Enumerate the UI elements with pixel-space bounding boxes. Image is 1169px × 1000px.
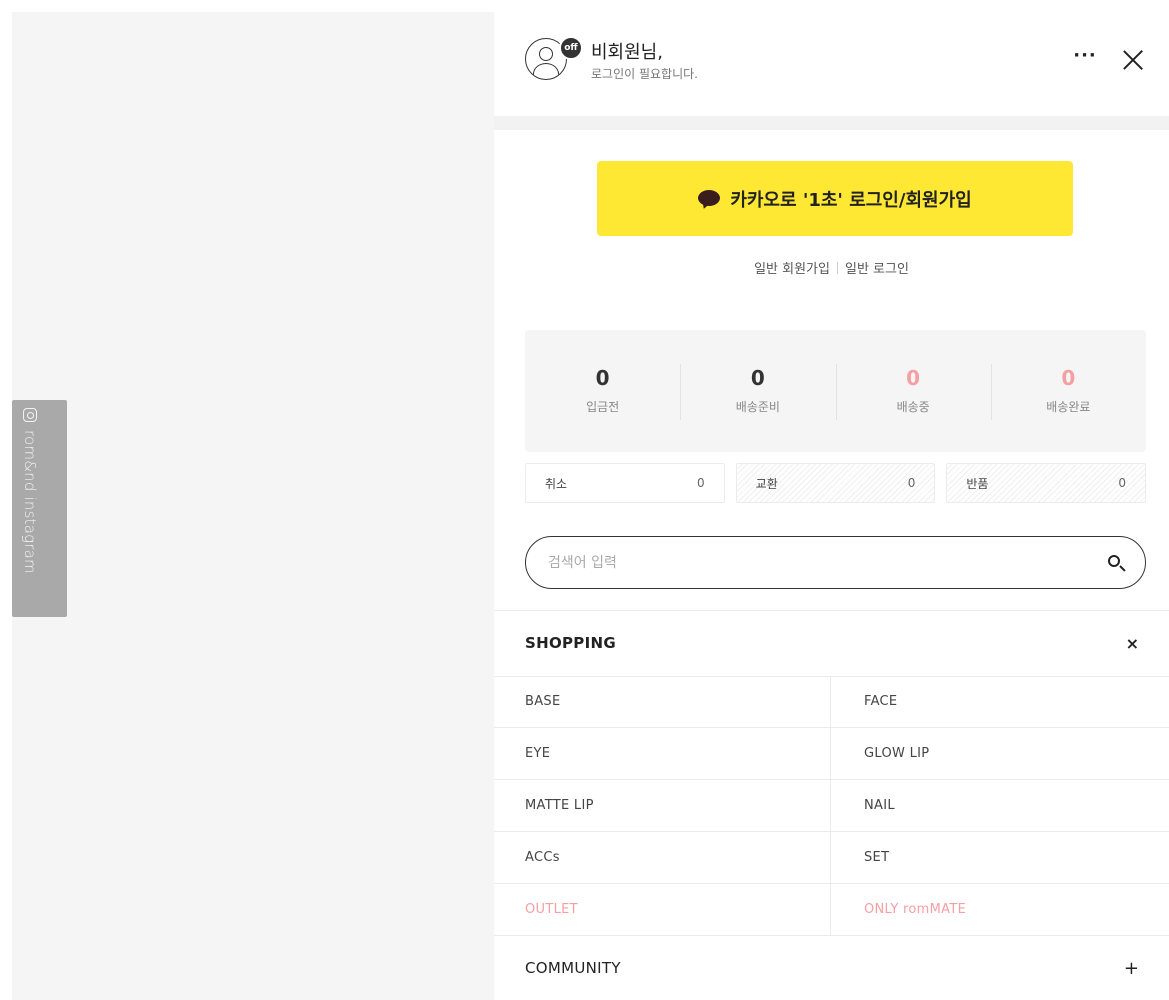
signup-link[interactable]: 일반 회원가입 [754, 262, 830, 277]
category-only-rommate[interactable]: ONLY romMATE [830, 884, 1169, 935]
claim-label: 교환 [755, 476, 778, 491]
claim-label: 취소 [545, 476, 568, 491]
category-base[interactable]: BASE [494, 676, 830, 727]
order-status-delivered[interactable]: 0 배송완료 [990, 330, 1146, 452]
claim-return[interactable]: 반품 0 [946, 463, 1147, 503]
user-greeting: 비회원님, [591, 42, 663, 63]
order-label: 배송중 [896, 400, 930, 414]
order-status-preparing[interactable]: 0 배송준비 [680, 330, 835, 452]
community-title: COMMUNITY [525, 959, 621, 977]
order-count: 0 [750, 366, 765, 390]
instagram-tab-label: rom&nd instagram [21, 430, 39, 574]
status-badge: off [559, 36, 583, 60]
close-icon[interactable] [1120, 47, 1146, 73]
order-count: 0 [1061, 366, 1076, 390]
shopping-section-header[interactable]: SHOPPING × [494, 610, 1169, 676]
category-matte-lip[interactable]: MATTE LIP [494, 780, 830, 831]
side-menu-panel: off 비회원님, 로그인이 필요합니다. ··· 카카오로 '1초' 로그인/… [494, 0, 1169, 1000]
category-eye[interactable]: EYE [494, 728, 830, 779]
community-section-header[interactable]: COMMUNITY + [494, 936, 1169, 1000]
order-count: 0 [906, 366, 921, 390]
order-label: 배송완료 [1046, 400, 1091, 414]
instagram-side-tab[interactable]: rom&nd instagram [12, 400, 67, 617]
category-nail[interactable]: NAIL [830, 780, 1169, 831]
order-label: 배송준비 [735, 400, 780, 414]
order-status-pending-payment[interactable]: 0 입금전 [525, 330, 680, 452]
search-bar [525, 536, 1146, 589]
category-outlet[interactable]: OUTLET [494, 884, 830, 935]
login-link[interactable]: 일반 로그인 [845, 262, 909, 277]
order-label: 입금전 [586, 400, 620, 414]
user-header: off 비회원님, 로그인이 필요합니다. ··· [494, 0, 1169, 116]
order-count: 0 [595, 366, 610, 390]
login-required-text: 로그인이 필요합니다. [591, 67, 698, 81]
kakao-login-label: 카카오로 '1초' 로그인/회원가입 [730, 189, 972, 211]
claim-exchange[interactable]: 교환 0 [735, 463, 936, 503]
category-glow-lip[interactable]: GLOW LIP [830, 728, 1169, 779]
claims-row: 취소 0 교환 0 반품 0 [525, 463, 1147, 503]
kakao-chat-icon [698, 189, 721, 210]
link-separator [836, 262, 838, 274]
divider [494, 116, 1169, 130]
search-input[interactable] [548, 554, 1107, 571]
claim-count: 0 [697, 476, 705, 490]
search-icon[interactable] [1107, 554, 1126, 572]
order-status-summary: 0 입금전 0 배송준비 0 배송중 0 배송완료 [525, 330, 1146, 452]
claim-cancel[interactable]: 취소 0 [525, 463, 725, 503]
auth-links: 일반 회원가입 일반 로그인 [494, 258, 1169, 277]
order-status-shipping[interactable]: 0 배송중 [835, 330, 991, 452]
instagram-icon [23, 408, 37, 422]
expand-icon[interactable]: + [1124, 958, 1139, 979]
dimmed-backdrop[interactable] [12, 12, 494, 1000]
category-set[interactable]: SET [830, 832, 1169, 883]
claim-label: 반품 [966, 476, 989, 491]
collapse-icon[interactable]: × [1126, 634, 1139, 653]
more-options-button[interactable]: ··· [1072, 47, 1098, 72]
category-face[interactable]: FACE [830, 676, 1169, 727]
shopping-category-grid: BASE FACE EYE GLOW LIP MATTE LIP NAIL AC… [494, 676, 1169, 936]
category-accs[interactable]: ACCs [494, 832, 830, 883]
claim-count: 0 [907, 476, 916, 490]
claim-count: 0 [1118, 476, 1127, 490]
shopping-title: SHOPPING [525, 634, 616, 652]
kakao-login-button[interactable]: 카카오로 '1초' 로그인/회원가입 [597, 161, 1073, 236]
